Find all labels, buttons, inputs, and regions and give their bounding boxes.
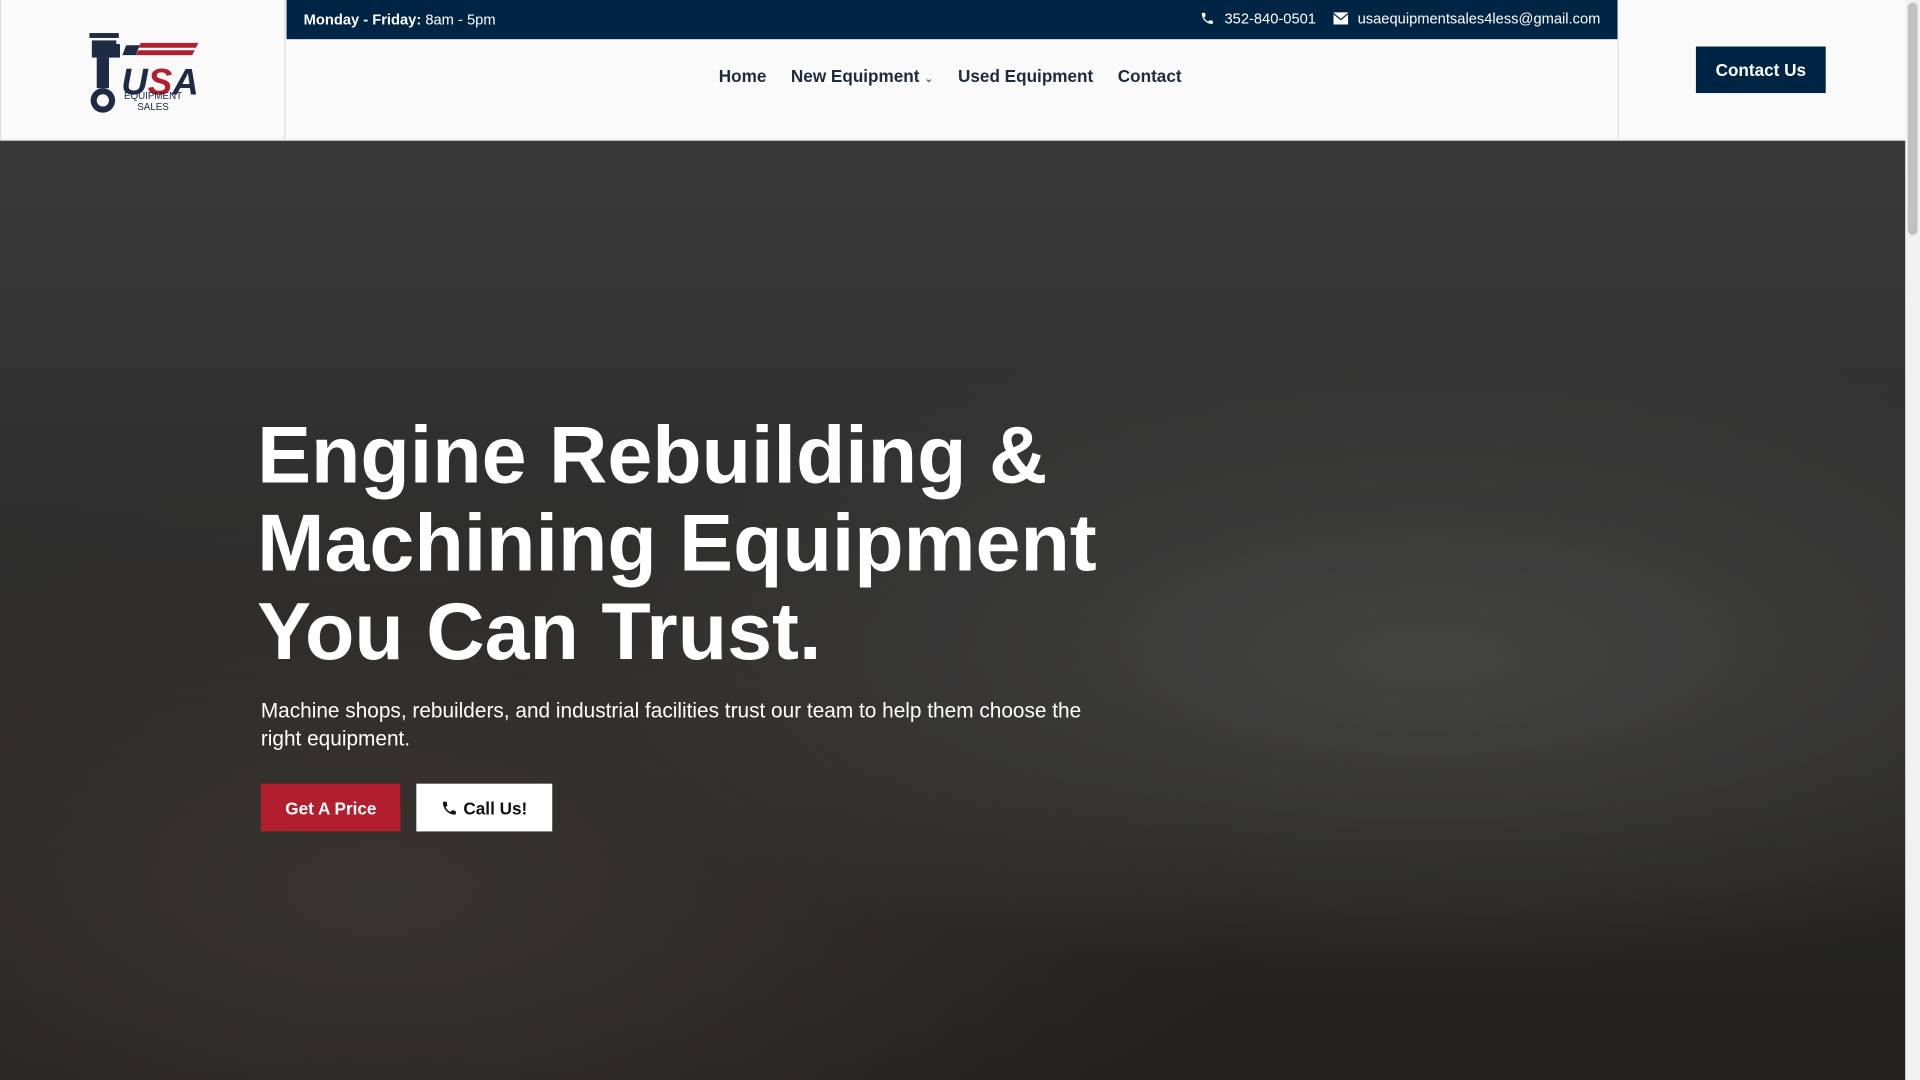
hero-title: Engine Rebuilding & Machining Equipment Yo… xyxy=(257,410,1114,674)
hero-subtitle: Machine shops, rebuilders, and industria… xyxy=(260,699,1082,751)
contact-us-button[interactable]: Contact Us xyxy=(1695,46,1826,94)
scrollbar-thumb[interactable] xyxy=(1907,2,1918,236)
business-hours: Monday - Friday: 8am - 5pm xyxy=(304,11,496,28)
nav-contact[interactable]: Contact xyxy=(1118,66,1182,86)
phone-icon xyxy=(443,801,457,814)
chevron-down-icon: ⌄ xyxy=(924,72,934,85)
call-us-button[interactable]: Call Us! xyxy=(416,783,552,832)
logo-link[interactable]: USA EQUIPMENT SALES xyxy=(0,0,286,140)
top-info-bar: Monday - Friday: 8am - 5pm 352-840-0501 … xyxy=(286,0,1618,40)
phone-number: 352-840-0501 xyxy=(1224,9,1316,27)
hero-title-line: Machining Equipment xyxy=(257,497,1097,588)
hours-label: Monday - Friday: xyxy=(303,11,422,29)
usa-equipment-logo: USA EQUIPMENT SALES xyxy=(89,33,199,113)
call-us-label: Call Us! xyxy=(463,797,528,818)
envelope-icon xyxy=(1333,12,1348,25)
nav-used-equipment[interactable]: Used Equipment xyxy=(958,66,1093,86)
hero-section: Engine Rebuilding & Machining Equipment Yo… xyxy=(0,140,1906,1080)
phone-link[interactable]: 352-840-0501 xyxy=(1200,10,1316,27)
get-a-price-button[interactable]: Get A Price xyxy=(260,783,401,832)
main-nav: Home New Equipment ⌄ Used Equipment Cont… xyxy=(287,39,1619,140)
nav-new-equipment-label: New Equipment xyxy=(790,66,920,86)
hero-title-line: Engine Rebuilding & xyxy=(257,408,1048,500)
phone-icon xyxy=(1201,12,1213,24)
svg-text:SALES: SALES xyxy=(137,102,169,113)
hero-title-line: You Can Trust. xyxy=(257,585,822,676)
svg-text:EQUIPMENT: EQUIPMENT xyxy=(124,91,182,102)
nav-home[interactable]: Home xyxy=(719,66,767,86)
email-link[interactable]: usaequipmentsales4less@gmail.com xyxy=(1333,10,1600,27)
nav-new-equipment[interactable]: New Equipment ⌄ xyxy=(791,66,934,86)
email-address: usaequipmentsales4less@gmail.com xyxy=(1357,9,1601,27)
page-scrollbar[interactable] xyxy=(1905,0,1920,1080)
hours-value: 8am - 5pm xyxy=(425,11,496,29)
site-header: USA EQUIPMENT SALES Monday - Friday: 8am… xyxy=(0,0,1906,141)
